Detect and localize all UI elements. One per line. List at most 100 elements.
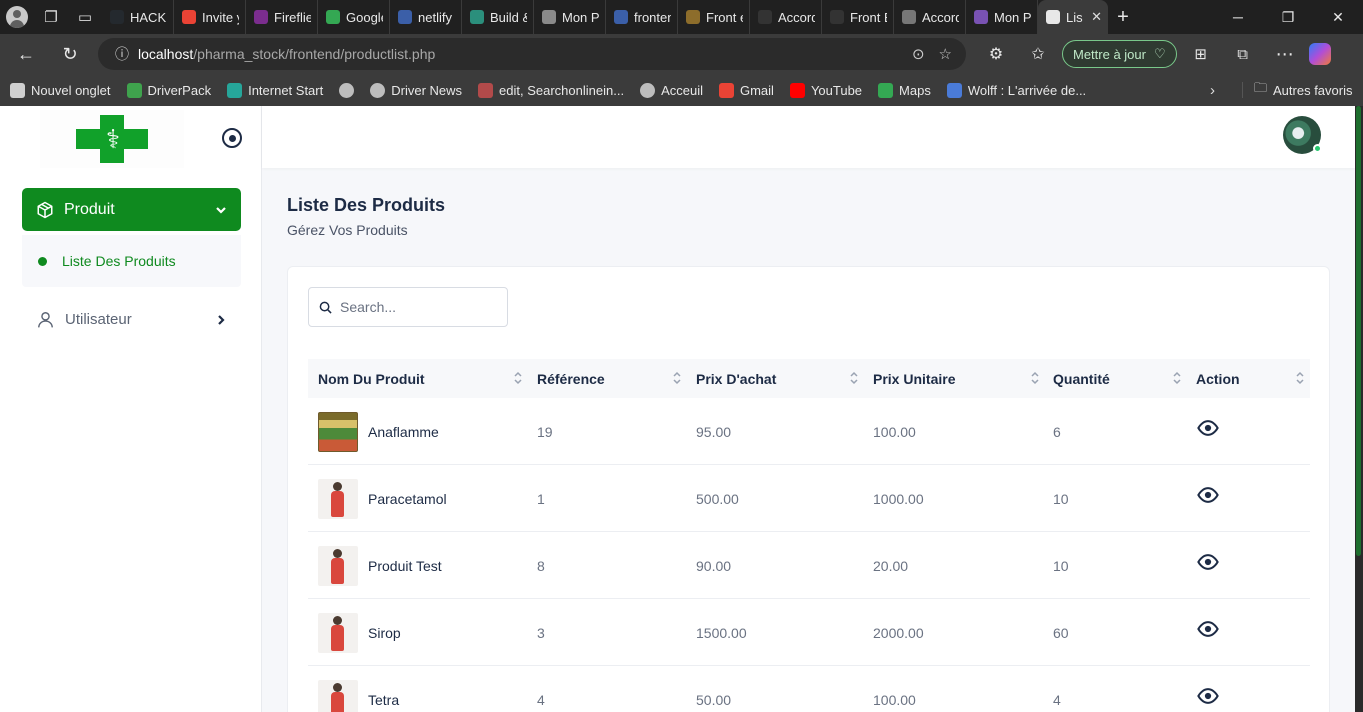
browser-tab[interactable]: Invite y	[174, 0, 246, 34]
page-scrollbar[interactable]	[1355, 106, 1363, 712]
search-icon	[319, 301, 332, 314]
column-header[interactable]: Prix D'achat	[696, 359, 776, 398]
browser-tab[interactable]: Front E	[822, 0, 894, 34]
product-name-cell: Tetra	[318, 666, 399, 712]
back-icon[interactable]: ←	[8, 36, 44, 72]
bookmark-item[interactable]: Gmail	[718, 82, 774, 98]
sidebar-subitem-liste-produits[interactable]: Liste Des Produits	[22, 235, 241, 287]
close-window-icon[interactable]: ✕	[1313, 0, 1363, 34]
column-header[interactable]: Nom Du Produit	[318, 359, 425, 398]
sort-icon[interactable]	[513, 369, 523, 387]
search-icon	[614, 10, 628, 24]
toolbar-right: ⚙ ✩ Mettre à jour ♡ ⊞ ⧉ ⋯	[978, 34, 1331, 74]
maps-icon	[878, 82, 894, 98]
bookmark-list: Nouvel onglet DriverPack Internet Start Dri…	[10, 82, 1086, 98]
product-name-cell: Sirop	[318, 599, 401, 666]
new-tab-button[interactable]: +	[1108, 0, 1138, 34]
bookmark-item[interactable]: Maps	[878, 82, 931, 98]
reading-mode-icon[interactable]: ⊙	[912, 45, 925, 63]
view-eye-icon[interactable]	[1197, 685, 1219, 707]
view-eye-icon[interactable]	[1197, 484, 1219, 506]
view-eye-icon[interactable]	[1197, 551, 1219, 573]
browser-tab[interactable]: fronten	[606, 0, 678, 34]
url-host: localhost	[138, 46, 194, 62]
tab-actions-icon[interactable]: ▭	[68, 0, 102, 34]
address-bar[interactable]: ⓘ localhost/pharma_stock/frontend/produc…	[98, 38, 966, 70]
code-icon	[830, 10, 844, 24]
product-achat-cell: 1500.00	[696, 624, 747, 641]
more-menu-icon[interactable]: ⋯	[1267, 36, 1303, 72]
more-bookmarks-icon[interactable]: ›	[1210, 74, 1215, 106]
product-achat-cell: 90.00	[696, 557, 732, 574]
view-eye-icon[interactable]	[1197, 618, 1219, 640]
tab-title: Accord	[922, 9, 959, 25]
tab-title: Invite y	[202, 9, 239, 25]
bookmark-item[interactable]: Internet Start	[227, 82, 323, 98]
product-qte-cell: 6	[1053, 423, 1061, 440]
site-info-icon[interactable]: ⓘ	[106, 44, 138, 64]
reload-icon[interactable]: ↻	[52, 36, 88, 72]
product-name: Tetra	[368, 691, 400, 708]
bookmark-item[interactable]: DriverPack	[126, 82, 211, 98]
sidebar-toggle-button[interactable]	[222, 128, 242, 148]
other-bookmarks-folder[interactable]: 🗀 Autres favoris	[1254, 74, 1353, 106]
bookmark-item[interactable]: YouTube	[789, 82, 862, 98]
profile-button[interactable]	[0, 0, 34, 34]
browser-tab[interactable]: Accord	[894, 0, 966, 34]
browser-tab[interactable]: HACKE	[102, 0, 174, 34]
column-header[interactable]: Action	[1196, 359, 1240, 398]
sort-icon[interactable]	[1030, 369, 1040, 387]
browser-tab[interactable]: Build &	[462, 0, 534, 34]
action-cell	[1197, 666, 1219, 712]
tab-title: HACKE	[130, 9, 167, 25]
split-screen-icon[interactable]: ⊞	[1183, 36, 1219, 72]
bookmark-item[interactable]: edit, Searchonlinein...	[478, 82, 624, 98]
update-button[interactable]: Mettre à jour ♡	[1062, 40, 1177, 68]
browser-tab[interactable]: Google	[318, 0, 390, 34]
view-eye-icon[interactable]	[1197, 417, 1219, 439]
scrollbar-thumb[interactable]	[1356, 106, 1361, 556]
favorites-icon[interactable]: ✩	[1020, 36, 1056, 72]
sidebar-item-utilisateur[interactable]: Utilisateur	[22, 298, 241, 341]
code-icon	[758, 10, 772, 24]
product-qte-cell: 10	[1053, 557, 1069, 574]
sort-icon[interactable]	[672, 369, 682, 387]
user-avatar[interactable]	[1283, 116, 1322, 154]
bookmark-item[interactable]: Acceuil	[640, 82, 703, 98]
pharmacy-icon	[1046, 10, 1060, 24]
browser-tab[interactable]: netlify a	[390, 0, 462, 34]
favorite-star-icon[interactable]: ☆	[939, 45, 952, 63]
column-header[interactable]: Quantité	[1053, 359, 1110, 398]
internet-start-icon	[227, 82, 243, 98]
collections-icon[interactable]: ⧉	[1225, 36, 1261, 72]
pharmacy-logo[interactable]: ⚕	[40, 110, 184, 168]
browser-tab[interactable]: Lis ✕	[1038, 0, 1108, 34]
browser-tab[interactable]: Accordi	[750, 0, 822, 34]
copilot-icon[interactable]	[1308, 43, 1331, 65]
browser-tab[interactable]: Mon Po	[534, 0, 606, 34]
bookmark-item[interactable]: Wolff : L'arrivée de...	[946, 82, 1086, 98]
tab-title: Front e	[706, 9, 743, 25]
maximize-icon[interactable]: ❐	[1263, 0, 1313, 34]
bookmark-item[interactable]: Nouvel onglet	[10, 82, 111, 98]
sort-icon[interactable]	[1172, 369, 1182, 387]
page-title: Liste Des Produits	[287, 195, 446, 215]
product-qte-cell: 4	[1053, 691, 1061, 708]
close-tab-icon[interactable]: ✕	[1091, 9, 1102, 25]
extensions-icon[interactable]: ⚙	[978, 36, 1014, 72]
minimize-icon[interactable]: ─	[1213, 0, 1263, 34]
bookmark-item[interactable]	[339, 82, 355, 98]
sort-icon[interactable]	[1295, 369, 1305, 387]
bookmark-item[interactable]: Driver News	[370, 82, 462, 98]
column-header[interactable]: Référence	[537, 359, 605, 398]
sidebar-item-produit[interactable]: Produit	[22, 188, 241, 231]
workspaces-icon[interactable]: ❐	[34, 0, 68, 34]
sort-icon[interactable]	[849, 369, 859, 387]
table-row: Produit Test 8 90.00 20.00 10	[308, 532, 1310, 599]
browser-tab[interactable]: Mon Po	[966, 0, 1038, 34]
search-input[interactable]	[340, 299, 490, 315]
search-box	[308, 287, 508, 327]
browser-tab[interactable]: Fireflie	[246, 0, 318, 34]
browser-tab[interactable]: Front e	[678, 0, 750, 34]
column-header[interactable]: Prix Unitaire	[873, 359, 955, 398]
